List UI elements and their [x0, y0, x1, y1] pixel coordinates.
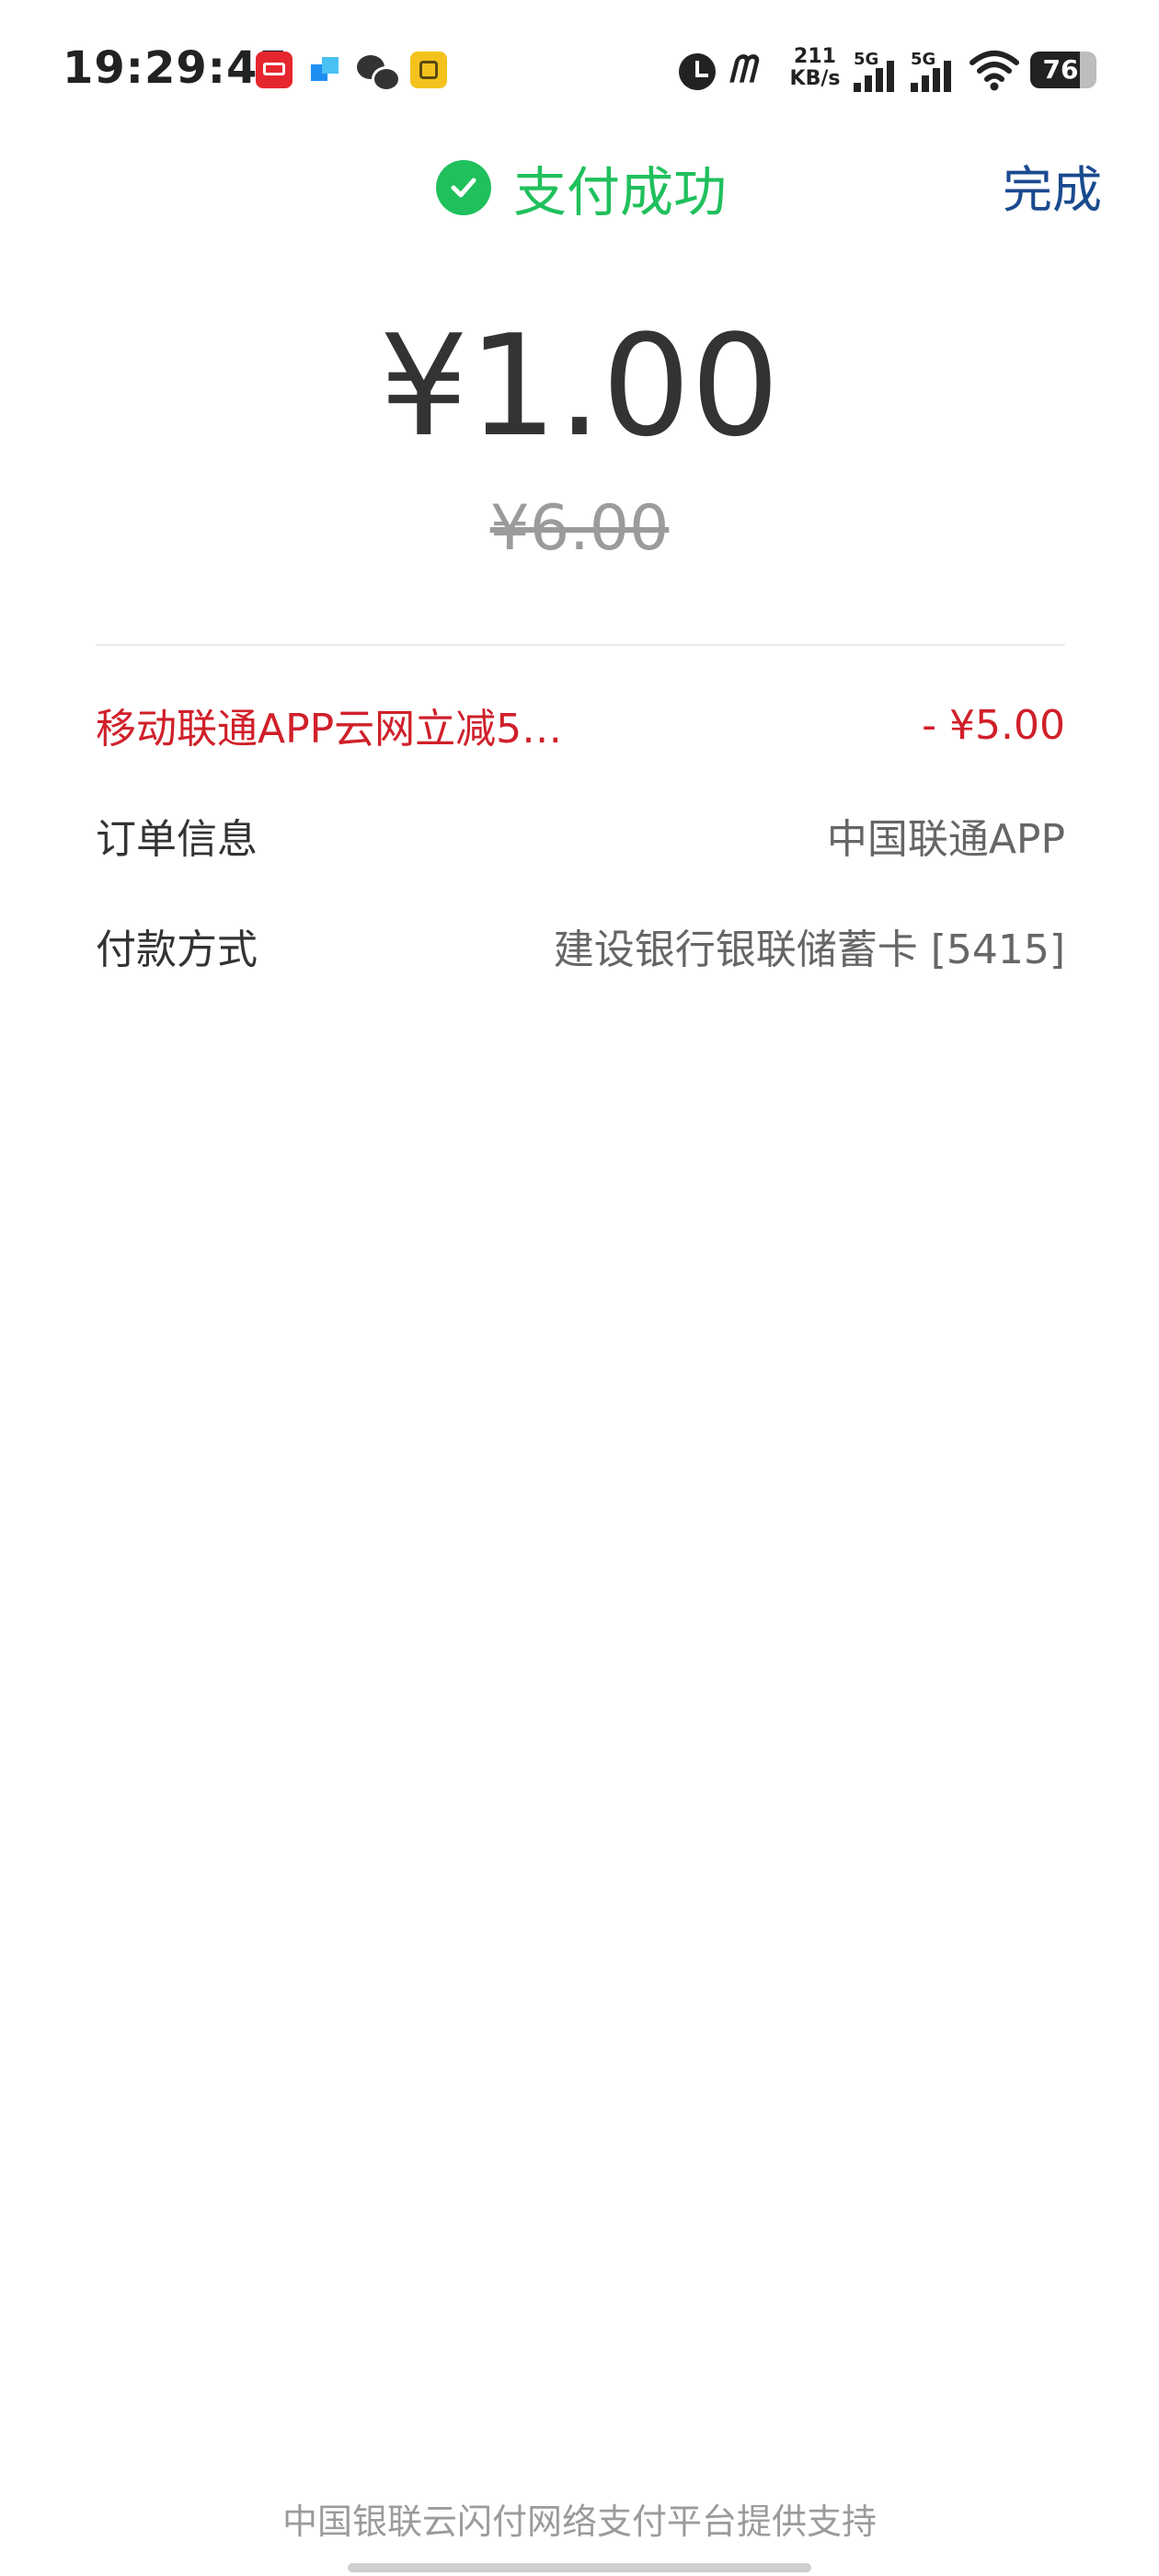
signal-bar — [922, 75, 929, 92]
success-text: 支付成功 — [513, 161, 728, 224]
status-bar: 19:29:45 ᗰ 211 KB/s 5G 5G 76 — [0, 0, 1159, 138]
signal-icon: 5G — [854, 50, 903, 92]
signal-bar — [911, 83, 918, 92]
alarm-icon — [675, 48, 719, 92]
wifi-icon — [970, 48, 1019, 92]
order-info-value: 中国联通APP — [826, 816, 1065, 863]
notes-icon — [410, 52, 447, 88]
signal-label: 5G — [911, 50, 936, 69]
signal-label: 5G — [854, 50, 879, 69]
signal-bar — [887, 61, 894, 92]
battery-icon: 76 — [1030, 52, 1098, 88]
discount-label: 移动联通APP云网立减5… — [96, 706, 563, 753]
signal-bar — [854, 83, 861, 92]
paid-amount: ¥1.00 — [379, 305, 780, 467]
check-circle-icon — [436, 160, 491, 215]
home-indicator[interactable] — [348, 2563, 811, 2572]
order-info-row: 订单信息 中国联通APP — [96, 799, 1065, 872]
app-icon — [307, 52, 344, 88]
payment-method-value: 建设银行银联储蓄卡 [5415] — [553, 926, 1065, 973]
original-amount: ¥6.00 — [489, 492, 670, 565]
network-speed-value: 211 — [794, 45, 836, 68]
wechat-icon — [357, 52, 401, 92]
footer-text: 中国银联云闪付网络支付平台提供支持 — [281, 2501, 877, 2542]
battery-level: 76 — [1030, 52, 1096, 88]
signal-bar — [876, 68, 883, 92]
payment-method-row: 付款方式 建设银行银联储蓄卡 [5415] — [96, 909, 1065, 983]
order-info-label: 订单信息 — [96, 816, 258, 863]
m-icon: ᗰ — [729, 49, 755, 91]
done-button[interactable]: 完成 — [1003, 149, 1102, 222]
signal-bar — [933, 68, 940, 92]
payment-method-label: 付款方式 — [96, 926, 258, 973]
discount-row: 移动联通APP云网立减5… - ¥5.00 — [96, 688, 1065, 762]
header: 支付成功 完成 — [0, 138, 1159, 239]
signal-bar — [865, 75, 872, 92]
unionpay-icon — [256, 52, 293, 88]
network-speed: 211 KB/s — [789, 46, 841, 90]
discount-value: - ¥5.00 — [922, 701, 1065, 749]
success-title: 支付成功 — [436, 155, 727, 224]
signal-bar — [944, 61, 951, 92]
signal-icon: 5G — [911, 50, 960, 92]
divider — [96, 644, 1065, 646]
network-speed-unit: KB/s — [789, 67, 841, 90]
